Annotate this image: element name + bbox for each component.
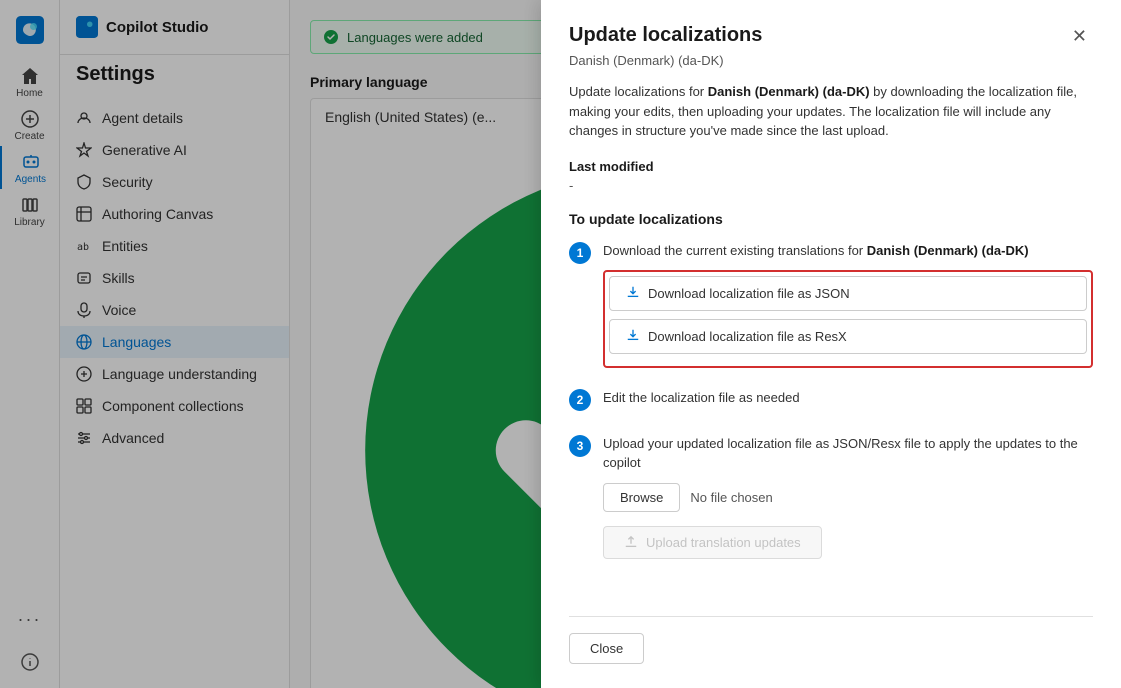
download-buttons-wrapper: Download localization file as JSON Downl… xyxy=(603,270,1093,368)
browse-row: Browse No file chosen xyxy=(603,483,1093,512)
step-3-number: 3 xyxy=(569,435,591,457)
download-resx-button[interactable]: Download localization file as ResX xyxy=(609,319,1087,354)
step-3-content: Upload your updated localization file as… xyxy=(603,434,1093,559)
no-file-text: No file chosen xyxy=(690,490,772,505)
step-1-text: Download the current existing translatio… xyxy=(603,241,1093,261)
upload-translation-button[interactable]: Upload translation updates xyxy=(603,526,822,559)
step-2-text: Edit the localization file as needed xyxy=(603,388,1093,408)
modal-panel: Update localizations ✕ Danish (Denmark) … xyxy=(541,0,1121,688)
upload-icon xyxy=(624,535,638,549)
step-2-number: 2 xyxy=(569,389,591,411)
modal-footer: Close xyxy=(569,616,1093,664)
modal-description: Update localizations for Danish (Denmark… xyxy=(569,82,1093,141)
download-json-icon xyxy=(626,285,640,302)
modal-title: Update localizations xyxy=(569,24,762,47)
modal-close-footer-button[interactable]: Close xyxy=(569,633,644,664)
step-2: 2 Edit the localization file as needed xyxy=(569,388,1093,418)
step-1-content: Download the current existing translatio… xyxy=(603,241,1093,373)
modal-close-button[interactable]: ✕ xyxy=(1066,24,1093,49)
modal-header: Update localizations ✕ xyxy=(569,24,1093,49)
download-resx-icon xyxy=(626,328,640,345)
step-1-number: 1 xyxy=(569,242,591,264)
modal-subtitle: Danish (Denmark) (da-DK) xyxy=(569,53,1093,68)
step-3-text: Upload your updated localization file as… xyxy=(603,434,1093,473)
last-modified-value: - xyxy=(569,178,1093,193)
download-json-button[interactable]: Download localization file as JSON xyxy=(609,276,1087,311)
step-1: 1 Download the current existing translat… xyxy=(569,241,1093,373)
browse-button[interactable]: Browse xyxy=(603,483,680,512)
modal-overlay: Update localizations ✕ Danish (Denmark) … xyxy=(0,0,1121,688)
step-3: 3 Upload your updated localization file … xyxy=(569,434,1093,559)
last-modified-label: Last modified xyxy=(569,159,1093,174)
step-2-content: Edit the localization file as needed xyxy=(603,388,1093,418)
to-update-label: To update localizations xyxy=(569,211,1093,227)
